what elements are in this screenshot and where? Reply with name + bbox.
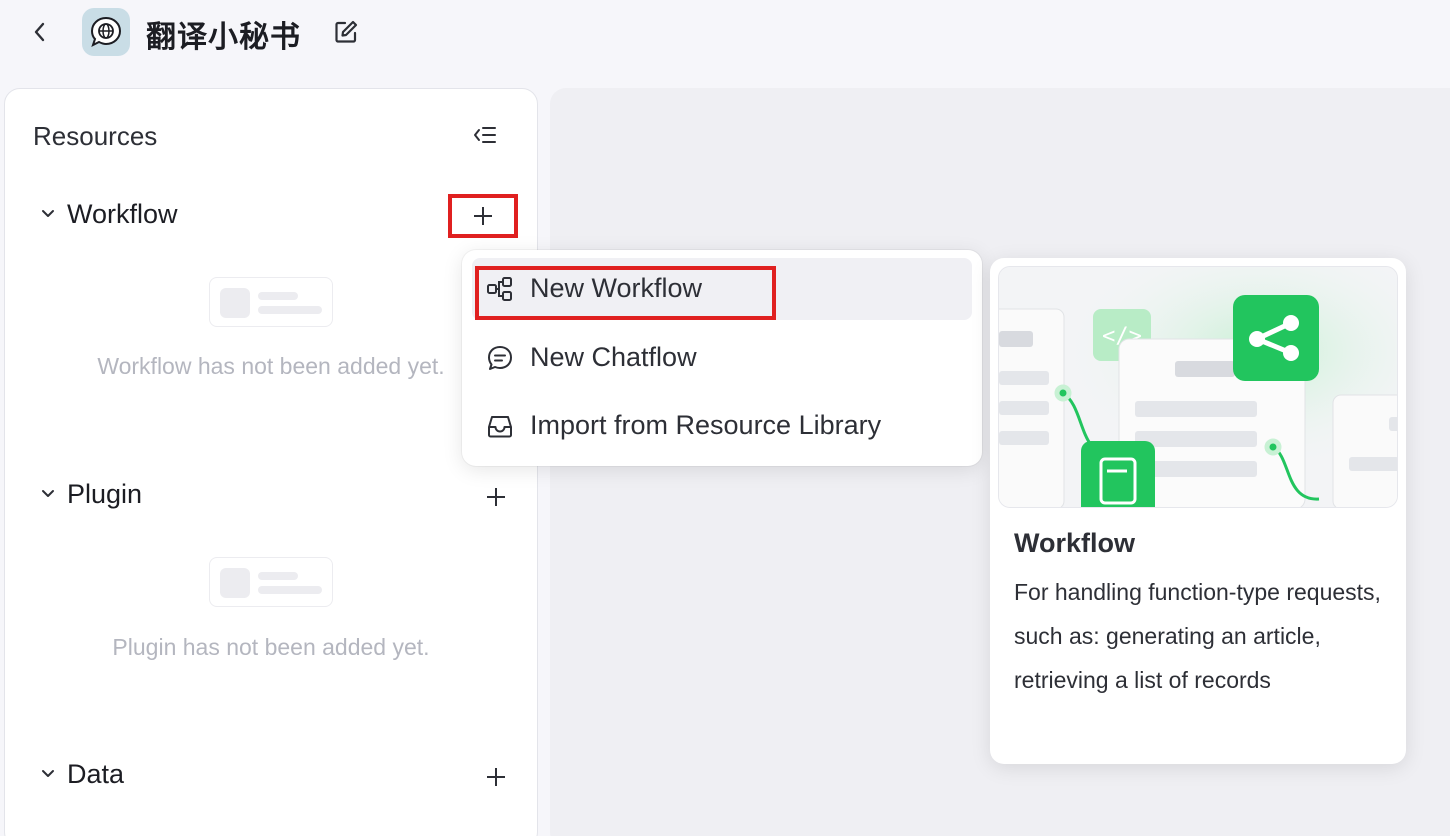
add-resource-menu: New Workflow New Chatflow Import from Re… — [462, 250, 982, 466]
empty-text: Plugin has not been added yet. — [112, 634, 430, 660]
plus-icon — [474, 207, 492, 225]
app-avatar — [82, 8, 130, 56]
add-data-button[interactable] — [477, 759, 515, 795]
menu-item-label: New Workflow — [530, 273, 703, 303]
menu-item-label: New Chatflow — [530, 342, 697, 372]
menu-item-new-chatflow[interactable]: New Chatflow — [472, 327, 972, 389]
workflow-illustration: </> — [998, 266, 1398, 508]
edit-button[interactable] — [330, 16, 362, 48]
app-title: 翻译小秘书 — [146, 20, 301, 55]
sidebar-title: Resources — [33, 121, 158, 151]
add-plugin-button[interactable] — [477, 479, 515, 515]
section-label: Plugin — [67, 479, 143, 509]
section-label: Data — [67, 759, 125, 789]
workflow-preview-card: </> Workflow For handling function-type … — [990, 258, 1406, 764]
menu-item-import-library[interactable]: Import from Resource Library — [472, 395, 972, 457]
section-label: Workflow — [67, 199, 178, 229]
edit-icon — [335, 20, 358, 43]
workflow-icon — [486, 275, 514, 303]
globe-chat-icon — [90, 16, 122, 47]
add-workflow-button[interactable] — [448, 194, 518, 238]
collapse-list-icon — [474, 127, 496, 143]
chat-icon — [486, 344, 514, 372]
chevron-down-icon — [42, 770, 54, 777]
section-workflow[interactable]: Workflow — [33, 193, 513, 237]
empty-placeholder-icon — [209, 557, 333, 607]
section-plugin[interactable]: Plugin — [33, 473, 513, 517]
empty-text: Workflow has not been added yet. — [97, 353, 445, 379]
preview-title: Workflow — [1014, 528, 1135, 558]
preview-description: For handling function-type requests, suc… — [1014, 579, 1381, 693]
chevron-left-icon — [34, 22, 45, 42]
chevron-down-icon — [42, 490, 54, 497]
menu-item-label: Import from Resource Library — [530, 410, 882, 440]
top-header: 翻译小秘书 — [0, 0, 1450, 68]
plus-icon — [487, 488, 505, 506]
menu-item-new-workflow[interactable]: New Workflow — [472, 258, 972, 320]
back-button[interactable] — [22, 14, 58, 50]
inbox-icon — [486, 412, 514, 440]
collapse-sidebar-button[interactable] — [467, 119, 503, 151]
plus-icon — [487, 768, 505, 786]
empty-placeholder-icon — [209, 277, 333, 327]
chevron-down-icon — [42, 210, 54, 217]
section-data[interactable]: Data — [33, 753, 513, 797]
